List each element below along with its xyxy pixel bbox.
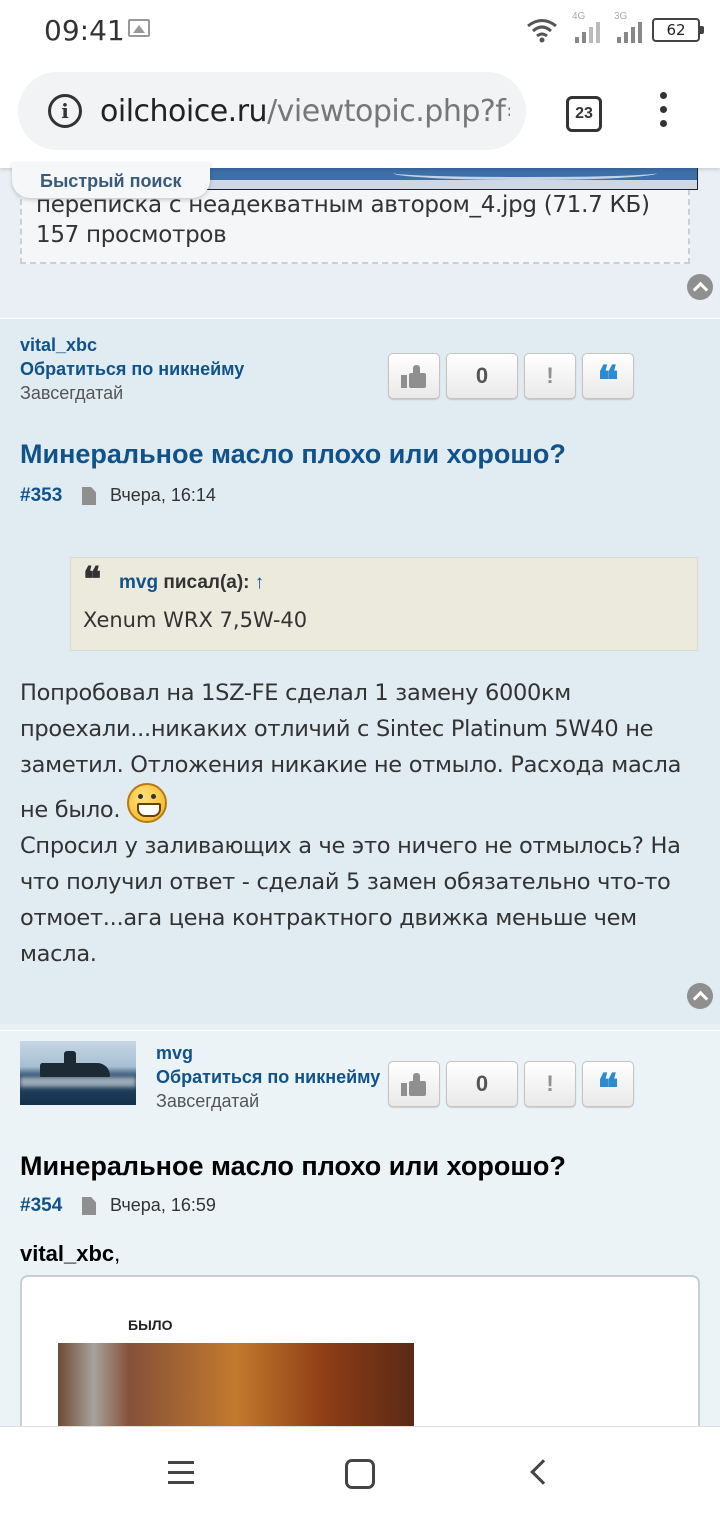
image-notification-icon [128, 19, 150, 37]
status-bar: 09:41 4G 3G 62 [0, 0, 720, 60]
post-number[interactable]: #353 [20, 485, 62, 507]
browser-menu-icon[interactable] [656, 92, 670, 132]
post-date: Вчера, 16:59 [110, 1195, 216, 1215]
user-rank: Завсегдатай [156, 1091, 260, 1111]
back-icon[interactable] [530, 1459, 556, 1485]
grin-smiley-icon [127, 783, 168, 823]
url-domain: oilchoice.ru [100, 94, 268, 129]
mentioned-user[interactable]: vital_xbc [20, 1241, 114, 1266]
quote-block: ❝ mvg писал(а): ↑ Xenum WRX 7,5W-40 [70, 557, 698, 651]
mention-nickname-link[interactable]: Обратиться по никнейму [20, 359, 244, 380]
post-353: vital_xbc Обратиться по никнейму Завсегд… [0, 318, 720, 1024]
post-file-icon[interactable] [82, 1197, 96, 1215]
quote-icon: ❝ [597, 1065, 619, 1112]
quote-wrote: писал(а): [163, 572, 250, 593]
quote-button[interactable]: ❝ [582, 1061, 634, 1112]
quick-search-tab[interactable]: Быстрый поиск [12, 162, 210, 198]
recent-apps-icon[interactable] [168, 1461, 194, 1491]
rating-count: 0 [446, 353, 518, 399]
back-to-top-icon[interactable] [687, 983, 713, 1009]
attachment-views: 157 просмотров [36, 222, 227, 248]
post-body-para-2: Спросил у заливающих а че это ничего не … [20, 833, 681, 967]
post-date: Вчера, 16:14 [110, 485, 216, 505]
url-text[interactable]: oilchoice.ru/viewtopic.php?f= [100, 94, 510, 129]
mention-nickname-link[interactable]: Обратиться по никнейму [156, 1067, 392, 1088]
post-file-icon[interactable] [82, 487, 96, 505]
wifi-icon [527, 19, 557, 43]
status-icons: 4G 3G 62 [526, 10, 704, 50]
quote-author[interactable]: mvg [119, 572, 158, 593]
address-bar[interactable]: i oilchoice.ru/viewtopic.php?f= [18, 72, 526, 150]
post-title[interactable]: Минеральное масло плохо или хорошо? [20, 439, 566, 470]
avatar[interactable] [20, 1041, 136, 1105]
attachment-thumbnail[interactable] [192, 166, 698, 190]
quote-citation: mvg писал(а): ↑ [119, 572, 264, 594]
post-author[interactable]: mvg [156, 1043, 193, 1064]
battery-indicator: 62 [652, 18, 704, 42]
like-button[interactable] [388, 1061, 440, 1107]
signal-4g-icon: 4G [568, 11, 600, 47]
reply-comma: , [114, 1241, 121, 1266]
post-354: mvg Обратиться по никнейму Завсегдатай 0… [0, 1030, 720, 1445]
post-title[interactable]: Минеральное масло плохо или хорошо? [20, 1151, 566, 1182]
quote-mark-icon: ❝ [83, 560, 102, 600]
quote-source-link[interactable]: ↑ [255, 572, 265, 593]
tab-switcher-button[interactable]: 23 [566, 96, 602, 132]
inline-image-attachment[interactable]: БЫЛО [20, 1275, 700, 1445]
report-button[interactable]: ! [524, 353, 576, 399]
status-time: 09:41 [44, 14, 125, 47]
post-author[interactable]: vital_xbc [20, 335, 97, 356]
quote-button[interactable]: ❝ [582, 353, 634, 404]
report-button[interactable]: ! [524, 1061, 576, 1107]
system-nav-bar [0, 1426, 720, 1520]
like-button[interactable] [388, 353, 440, 399]
thumbs-up-icon [401, 365, 427, 389]
browser-toolbar: i oilchoice.ru/viewtopic.php?f= 23 [0, 60, 720, 168]
image-caption: БЫЛО [128, 1317, 173, 1333]
post-body-para-1: Попробовал на 1SZ-FE сделал 1 замену 600… [20, 680, 682, 823]
rating-count: 0 [446, 1061, 518, 1107]
signal-3g-icon: 3G [610, 11, 642, 47]
quote-icon: ❝ [597, 357, 619, 404]
post-number[interactable]: #354 [20, 1195, 62, 1217]
signal-3g-label: 3G [614, 11, 628, 22]
home-icon[interactable] [345, 1459, 375, 1489]
user-rank: Завсегдатай [20, 383, 124, 403]
signal-4g-label: 4G [572, 11, 586, 22]
site-info-icon[interactable]: i [48, 94, 82, 128]
post-body: Попробовал на 1SZ-FE сделал 1 замену 600… [20, 675, 710, 972]
url-path: /viewtopic.php?f= [267, 94, 510, 129]
reply-mention: vital_xbc, [20, 1241, 120, 1267]
back-to-top-icon[interactable] [687, 274, 713, 300]
quote-text: Xenum WRX 7,5W-40 [83, 608, 308, 632]
thumbs-up-icon [401, 1073, 427, 1097]
